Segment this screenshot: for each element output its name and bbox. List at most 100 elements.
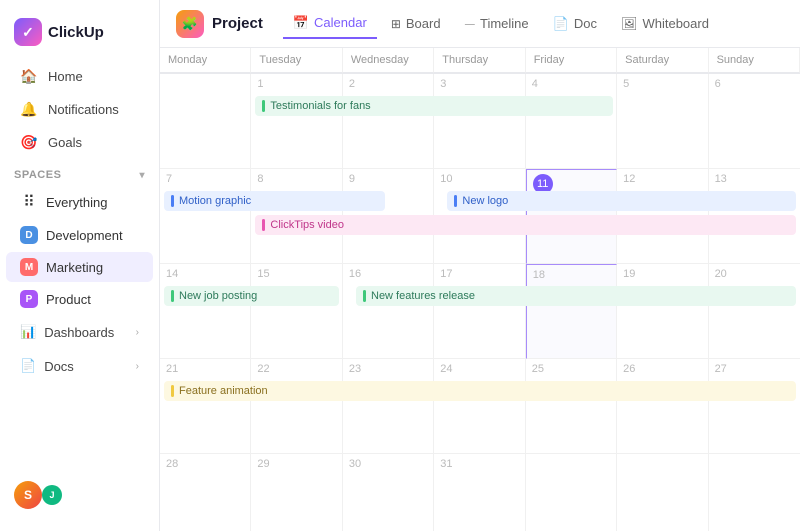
logo-area: ✓ ClickUp [0, 12, 159, 60]
sidebar-item-development-label: Development [46, 228, 123, 243]
cell-w5-mon[interactable]: 28 [160, 454, 251, 531]
cell-w2-fri[interactable]: 11 [526, 169, 617, 264]
everything-icon: ⠿ [20, 192, 38, 212]
sidebar-item-product[interactable]: P Product [6, 284, 153, 314]
cell-w5-wed[interactable]: 30 [343, 454, 434, 531]
header-wednesday: Wednesday [343, 48, 434, 73]
cell-w4-sun[interactable]: 27 [709, 359, 800, 454]
week-3-cells: 14 15 16 17 18 19 20 [160, 264, 800, 359]
sidebar-bottom: S J [0, 471, 159, 519]
sidebar-docs-label: Docs [44, 359, 74, 374]
spaces-chevron[interactable]: ▾ [139, 170, 145, 181]
cell-w1-sat[interactable]: 5 [617, 74, 708, 169]
cell-w4-sat[interactable]: 26 [617, 359, 708, 454]
header-tuesday: Tuesday [251, 48, 342, 73]
week-2-cells: 7 8 9 10 11 12 13 [160, 169, 800, 264]
tab-timeline[interactable]: ⏤ Timeline [455, 10, 539, 38]
cell-w2-mon[interactable]: 7 [160, 169, 251, 264]
sidebar-item-home[interactable]: 🏠 Home [6, 61, 153, 92]
tab-board[interactable]: ⊞ Board [381, 10, 451, 37]
cell-w1-sun[interactable]: 6 [709, 74, 800, 169]
cell-w2-sun[interactable]: 13 [709, 169, 800, 264]
cell-w3-mon[interactable]: 14 [160, 264, 251, 359]
sidebar-item-product-label: Product [46, 292, 91, 307]
week-1-cells: 1 2 3 4 5 6 [160, 74, 800, 169]
calendar-wrapper: Monday Tuesday Wednesday Thursday Friday… [160, 48, 800, 531]
tab-whiteboard[interactable]: 🖼 Whiteboard [611, 10, 719, 38]
project-label: Project [212, 15, 263, 32]
week-5: 28 29 30 31 [160, 454, 800, 531]
week-4-cells: 21 22 23 24 25 26 27 [160, 359, 800, 454]
cell-w1-tue[interactable]: 1 [251, 74, 342, 169]
sidebar-item-marketing[interactable]: M Marketing [6, 252, 153, 282]
header-saturday: Saturday [617, 48, 708, 73]
topnav: 🧩 Project 📅 Calendar ⊞ Board ⏤ Timeline … [160, 0, 800, 48]
sidebar-item-notifications[interactable]: 🔔 Notifications [6, 94, 153, 125]
spaces-section-header: Spaces ▾ [0, 159, 159, 185]
cell-w1-thu[interactable]: 3 [434, 74, 525, 169]
sidebar-item-marketing-label: Marketing [46, 260, 103, 275]
project-icon: 🧩 [176, 10, 204, 38]
sidebar-dashboards[interactable]: 📊 Dashboards › [6, 316, 153, 348]
cell-w4-mon[interactable]: 21 [160, 359, 251, 454]
cell-w5-thu[interactable]: 31 [434, 454, 525, 531]
notifications-icon: 🔔 [20, 101, 38, 118]
doc-tab-icon: 📄 [553, 16, 569, 32]
calendar-header: Monday Tuesday Wednesday Thursday Friday… [160, 48, 800, 74]
tab-doc[interactable]: 📄 Doc [543, 10, 607, 38]
cell-w3-tue[interactable]: 15 [251, 264, 342, 359]
header-monday: Monday [160, 48, 251, 73]
cell-w4-thu[interactable]: 24 [434, 359, 525, 454]
sidebar-dashboards-label: Dashboards [44, 325, 114, 340]
cell-w2-wed[interactable]: 9 [343, 169, 434, 264]
sidebar: ✓ ClickUp 🏠 Home 🔔 Notifications 🎯 Goals… [0, 0, 160, 531]
sidebar-item-development[interactable]: D Development [6, 220, 153, 250]
calendar-tab-icon: 📅 [293, 15, 309, 31]
cell-w3-sun[interactable]: 20 [709, 264, 800, 359]
avatar-secondary[interactable]: J [42, 485, 62, 505]
header-thursday: Thursday [434, 48, 525, 73]
cell-w1-wed[interactable]: 2 [343, 74, 434, 169]
cell-w5-sat[interactable] [617, 454, 708, 531]
sidebar-item-home-label: Home [48, 69, 83, 84]
cell-w5-fri[interactable] [526, 454, 617, 531]
week-2: 7 8 9 10 11 12 13 Motion graphic New lo [160, 169, 800, 264]
main-content: 🧩 Project 📅 Calendar ⊞ Board ⏤ Timeline … [160, 0, 800, 531]
avatar-primary[interactable]: S [14, 481, 42, 509]
cell-w4-fri[interactable]: 25 [526, 359, 617, 454]
sidebar-item-notifications-label: Notifications [48, 102, 119, 117]
cell-w5-tue[interactable]: 29 [251, 454, 342, 531]
sidebar-item-goals-label: Goals [48, 135, 82, 150]
sidebar-docs[interactable]: 📄 Docs › [6, 350, 153, 382]
header-friday: Friday [526, 48, 617, 73]
week-5-cells: 28 29 30 31 [160, 454, 800, 531]
cell-w2-sat[interactable]: 12 [617, 169, 708, 264]
marketing-dot: M [20, 258, 38, 276]
sidebar-item-everything-label: Everything [46, 195, 107, 210]
logo-icon: ✓ [14, 18, 42, 46]
week-1: 1 2 3 4 5 6 Testimonials for fans [160, 74, 800, 169]
cell-w4-tue[interactable]: 22 [251, 359, 342, 454]
dashboards-icon: 📊 [20, 324, 36, 340]
cell-w1-fri[interactable]: 4 [526, 74, 617, 169]
logo-text: ClickUp [48, 24, 104, 41]
timeline-tab-icon: ⏤ [465, 16, 475, 32]
cell-w2-thu[interactable]: 10 [434, 169, 525, 264]
development-dot: D [20, 226, 38, 244]
sidebar-item-everything[interactable]: ⠿ Everything [6, 186, 153, 218]
sidebar-item-goals[interactable]: 🎯 Goals [6, 127, 153, 158]
cell-w3-wed[interactable]: 16 [343, 264, 434, 359]
cell-w3-sat[interactable]: 19 [617, 264, 708, 359]
week-4: 21 22 23 24 25 26 27 Feature animation [160, 359, 800, 454]
cell-w3-thu[interactable]: 17 [434, 264, 525, 359]
tab-calendar[interactable]: 📅 Calendar [283, 9, 377, 39]
docs-icon: 📄 [20, 358, 36, 374]
header-sunday: Sunday [709, 48, 800, 73]
board-tab-icon: ⊞ [391, 17, 401, 31]
cell-w5-sun[interactable] [709, 454, 800, 531]
cell-w4-wed[interactable]: 23 [343, 359, 434, 454]
cell-w1-mon[interactable] [160, 74, 251, 169]
cell-w3-fri[interactable]: 18 [526, 264, 617, 359]
goals-icon: 🎯 [20, 134, 38, 151]
cell-w2-tue[interactable]: 8 [251, 169, 342, 264]
